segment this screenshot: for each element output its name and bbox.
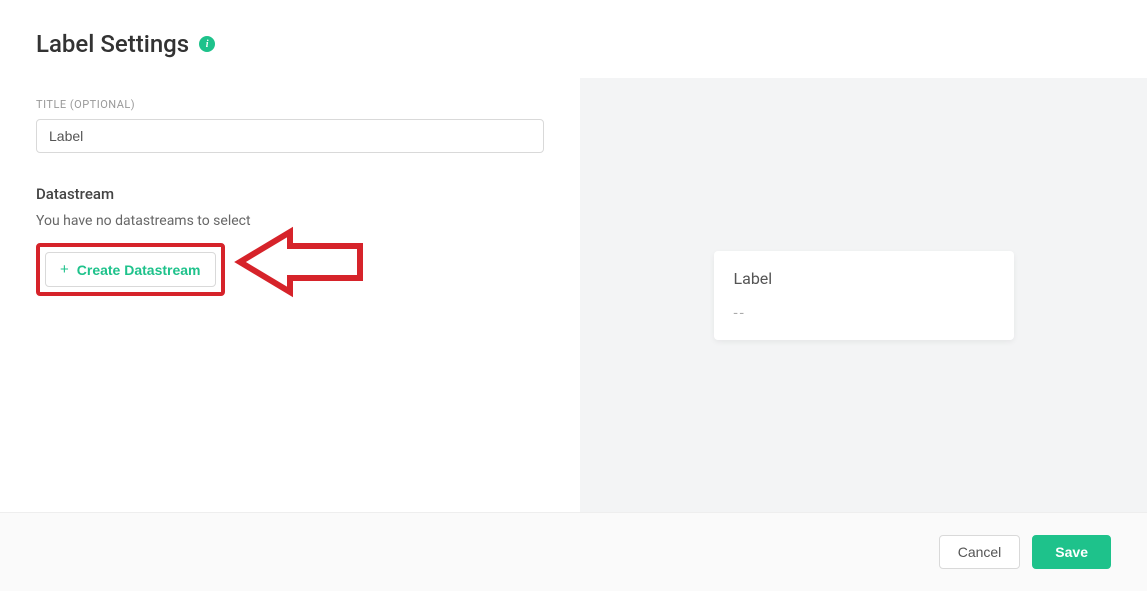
plus-icon: + — [60, 261, 69, 278]
save-button[interactable]: Save — [1032, 535, 1111, 569]
annotation-arrow-icon — [230, 226, 370, 306]
preview-panel: Label -- — [580, 78, 1147, 512]
datastream-empty-message: You have no datastreams to select — [36, 213, 544, 229]
create-datastream-label: Create Datastream — [77, 262, 201, 278]
info-icon[interactable]: i — [199, 36, 215, 52]
datastream-section-label: Datastream — [36, 185, 544, 203]
preview-title: Label — [734, 269, 994, 288]
title-field-label: TITLE (OPTIONAL) — [36, 98, 544, 111]
page-title-row: Label Settings i — [36, 30, 544, 58]
annotation-highlight-box: + Create Datastream — [36, 243, 225, 296]
page-title: Label Settings — [36, 30, 189, 58]
preview-value: -- — [734, 304, 994, 322]
footer-bar: Cancel Save — [0, 512, 1147, 591]
cancel-button[interactable]: Cancel — [939, 535, 1021, 569]
preview-card: Label -- — [714, 251, 1014, 340]
create-datastream-button[interactable]: + Create Datastream — [45, 252, 216, 287]
title-input[interactable] — [36, 119, 544, 153]
